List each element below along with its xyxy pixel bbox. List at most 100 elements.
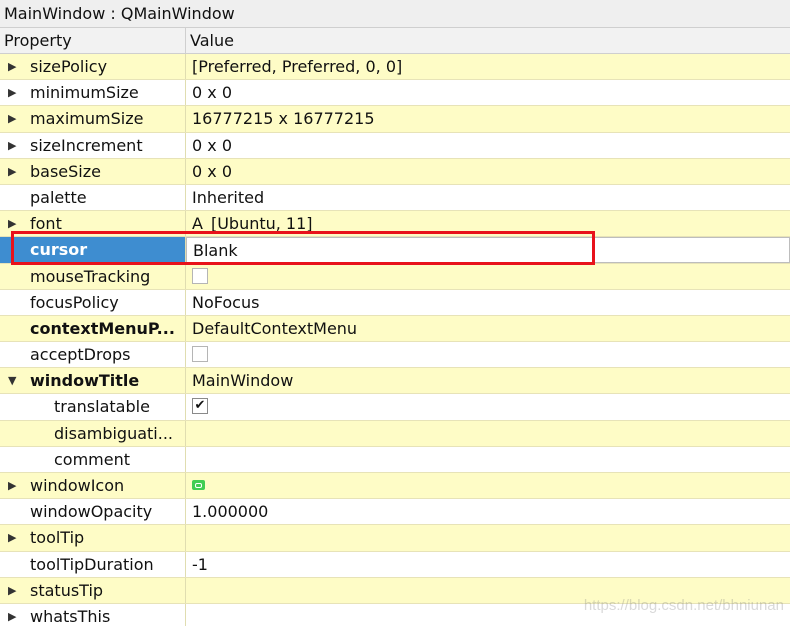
property-name-cell[interactable]: ▶ whatsThis (0, 603, 186, 626)
property-row[interactable]: ▶ sizePolicy [Preferred, Preferred, 0, 0] (0, 54, 790, 81)
property-row[interactable]: cursor Blank (0, 237, 790, 264)
property-row[interactable]: ▶ whatsThis (0, 603, 790, 626)
collapsed-arrow-icon[interactable]: ▶ (8, 54, 16, 79)
property-name-cell[interactable]: ▶ statusTip (0, 577, 186, 603)
property-name-cell[interactable]: ▶ maximumSize (0, 106, 186, 132)
property-name-label: toolTipDuration (30, 554, 154, 574)
property-value-cell[interactable]: NoFocus (186, 290, 790, 315)
collapsed-arrow-icon[interactable]: ▶ (8, 473, 16, 498)
property-value-cell[interactable] (186, 525, 790, 550)
property-value-cell[interactable]: Blank (186, 237, 790, 263)
property-value-cell[interactable]: 0 x 0 (186, 133, 790, 158)
property-row[interactable]: contextMenuP... DefaultContextMenu (0, 315, 790, 343)
collapsed-arrow-icon[interactable]: ▶ (8, 525, 16, 550)
property-name-cell[interactable]: ▶ minimumSize (0, 80, 186, 106)
property-name-cell[interactable]: ▶ font (0, 211, 186, 237)
property-name-label: windowTitle (30, 371, 140, 391)
property-name-cell[interactable]: palette (0, 184, 186, 211)
property-value-cell[interactable]: 1.000000 (186, 499, 790, 524)
property-value-cell[interactable]: [Preferred, Preferred, 0, 0] (186, 54, 790, 79)
property-value-text: [Ubuntu, 11] (210, 214, 313, 234)
checkmark-icon[interactable]: ✔ (192, 398, 208, 415)
property-name-cell[interactable]: contextMenuP... (0, 315, 186, 342)
property-row[interactable]: ▶ minimumSize 0 x 0 (0, 80, 790, 107)
property-row[interactable]: ▶ statusTip (0, 577, 790, 604)
property-name-cell[interactable]: ▶ sizePolicy (0, 54, 186, 80)
value-column-header[interactable]: Value (186, 28, 790, 54)
property-name-label: maximumSize (30, 109, 144, 129)
qt-logo-icon (192, 480, 205, 490)
property-name-label: whatsThis (30, 606, 111, 626)
property-value-cell[interactable] (186, 578, 790, 603)
collapsed-arrow-icon[interactable]: ▶ (8, 133, 16, 158)
unchecked-checkbox[interactable] (192, 267, 208, 284)
property-row[interactable]: palette Inherited (0, 184, 790, 212)
property-name-label: palette (30, 187, 87, 207)
property-name-cell[interactable]: ▶ sizeIncrement (0, 132, 186, 158)
property-value-cell[interactable] (186, 447, 790, 472)
property-value-cell[interactable]: MainWindow (186, 368, 790, 393)
property-value-cell[interactable]: Inherited (186, 185, 790, 210)
property-value-cell[interactable] (186, 473, 790, 498)
property-value-text: NoFocus (192, 292, 260, 312)
property-row[interactable]: ▶ sizeIncrement 0 x 0 (0, 132, 790, 159)
property-value-cell[interactable]: 16777215 x 16777215 (186, 106, 790, 131)
property-row[interactable]: ▶ font A [Ubuntu, 11] (0, 211, 790, 238)
property-name-label: font (30, 214, 62, 234)
property-value-text: [Preferred, Preferred, 0, 0] (192, 57, 403, 76)
collapsed-arrow-icon[interactable]: ▶ (8, 159, 16, 184)
property-value-editor[interactable]: Blank (193, 241, 238, 260)
property-row[interactable]: mouseTracking (0, 263, 790, 290)
property-name-cell[interactable]: focusPolicy (0, 289, 186, 315)
property-column-header[interactable]: Property (0, 28, 186, 54)
collapsed-arrow-icon[interactable]: ▶ (8, 578, 16, 603)
collapsed-arrow-icon[interactable]: ▶ (8, 80, 16, 105)
property-row[interactable]: toolTipDuration -1 (0, 551, 790, 578)
property-row[interactable]: ▶ toolTip (0, 525, 790, 552)
property-value-cell[interactable]: -1 (186, 552, 790, 577)
collapsed-arrow-icon[interactable]: ▶ (8, 211, 16, 236)
property-name-cell[interactable]: cursor (0, 237, 186, 263)
property-value-cell[interactable]: 0 x 0 (186, 80, 790, 105)
property-row[interactable]: acceptDrops (0, 342, 790, 369)
property-value-cell[interactable] (186, 342, 790, 367)
unchecked-checkbox[interactable] (192, 346, 208, 363)
property-name-cell[interactable]: toolTipDuration (0, 551, 186, 577)
property-value-cell[interactable] (186, 604, 790, 626)
collapsed-arrow-icon[interactable]: ▶ (8, 604, 16, 626)
property-row[interactable]: disambiguati... (0, 420, 790, 447)
property-row[interactable]: ▼ windowTitle MainWindow (0, 368, 790, 395)
property-row[interactable]: ▶ maximumSize 16777215 x 16777215 (0, 106, 790, 133)
window-title-bar: MainWindow : QMainWindow (0, 0, 790, 28)
property-name-cell[interactable]: ▶ toolTip (0, 525, 186, 551)
property-value-cell[interactable]: DefaultContextMenu (186, 316, 790, 341)
property-name-cell[interactable]: disambiguati... (0, 420, 186, 446)
expanded-arrow-icon[interactable]: ▼ (8, 368, 16, 393)
property-row[interactable]: translatable ✔ (0, 394, 790, 421)
property-row[interactable]: windowOpacity 1.000000 (0, 499, 790, 526)
property-row[interactable]: ▶ baseSize 0 x 0 (0, 158, 790, 185)
property-name-cell[interactable]: acceptDrops (0, 342, 186, 368)
property-row[interactable]: comment (0, 446, 790, 473)
property-name-cell[interactable]: ▶ baseSize (0, 158, 186, 184)
property-name-cell[interactable]: windowOpacity (0, 499, 186, 525)
property-row[interactable]: ▶ windowIcon (0, 473, 790, 500)
property-name-label: translatable (54, 397, 150, 417)
property-name-cell[interactable]: mouseTracking (0, 263, 186, 289)
property-value-cell[interactable]: 0 x 0 (186, 159, 790, 184)
property-name-cell[interactable]: translatable (0, 394, 186, 420)
property-name-cell[interactable]: ▼ windowTitle (0, 368, 186, 394)
property-name-label: comment (54, 449, 131, 469)
property-name-label: windowIcon (30, 476, 125, 495)
property-value-cell[interactable]: A [Ubuntu, 11] (186, 211, 790, 236)
collapsed-arrow-icon[interactable]: ▶ (8, 106, 16, 131)
property-value-text: 16777215 x 16777215 (192, 109, 375, 129)
property-value-cell[interactable]: ✔ (186, 394, 790, 419)
property-value-cell[interactable] (186, 264, 790, 289)
window-title: MainWindow : QMainWindow (4, 4, 235, 23)
property-value-text: -1 (192, 554, 208, 574)
property-value-cell[interactable] (186, 421, 790, 446)
property-name-cell[interactable]: ▶ windowIcon (0, 473, 186, 499)
property-row[interactable]: focusPolicy NoFocus (0, 289, 790, 316)
property-name-cell[interactable]: comment (0, 446, 186, 472)
